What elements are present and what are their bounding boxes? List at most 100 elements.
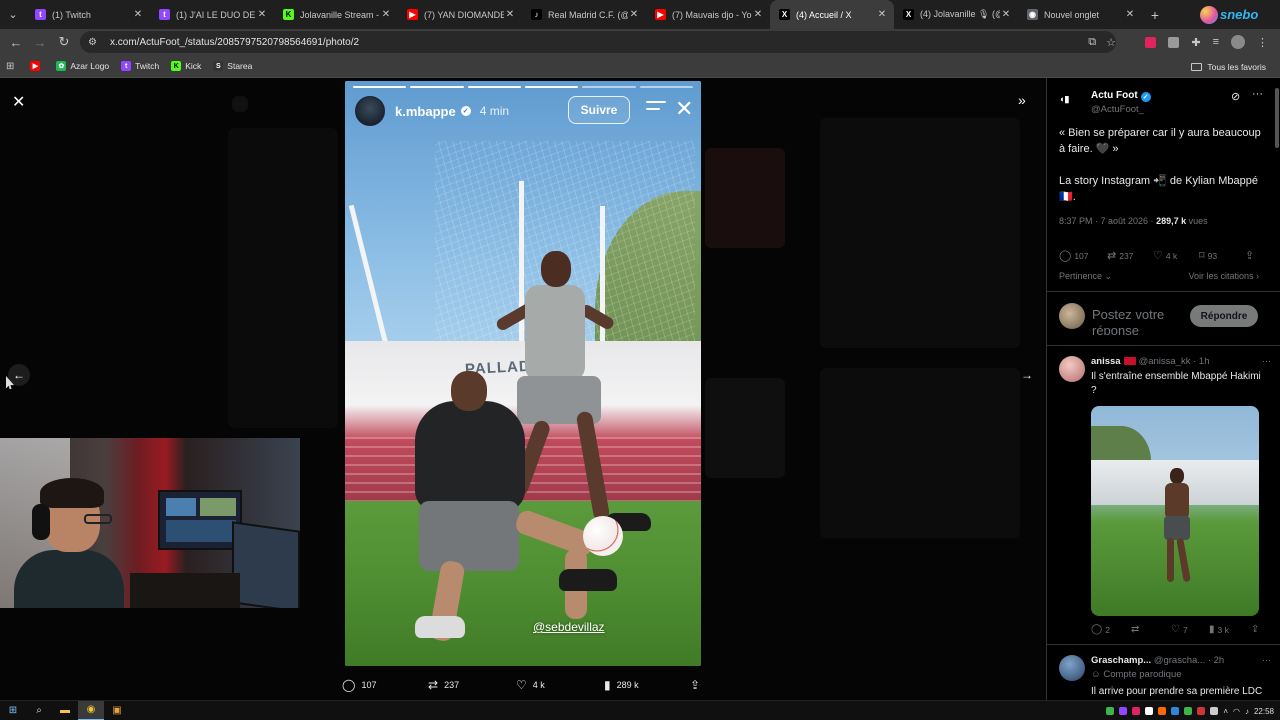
chevron-up-icon[interactable]: ˄: [1223, 707, 1228, 716]
tab-0[interactable]: t (1) Twitch ✕: [26, 0, 150, 29]
bookmark-starea[interactable]: S Starea: [213, 61, 252, 71]
profile-avatar[interactable]: [1231, 35, 1245, 49]
bookmark-button[interactable]: ⌑ 93: [1199, 249, 1217, 262]
story-avatar[interactable]: [355, 96, 385, 126]
tab-6[interactable]: X (4) Accueil / X ✕: [770, 0, 894, 29]
site-info-icon[interactable]: ⚙: [88, 37, 102, 48]
close-icon[interactable]: ✕: [752, 9, 764, 20]
next-media-icon[interactable]: →: [1016, 364, 1038, 386]
reply-button[interactable]: ◯ 2: [1091, 624, 1110, 635]
tab-4[interactable]: ♪Real Madrid C.F. (@re✕: [522, 0, 646, 29]
close-icon[interactable]: ✕: [380, 9, 392, 20]
clock[interactable]: 22:58: [1254, 707, 1274, 716]
more-options-icon[interactable]: ···: [1262, 356, 1271, 366]
tray-app-icon[interactable]: [1132, 707, 1141, 715]
story-image[interactable]: PALLADIO k.mbappe ✓ 4 min Suivre ✕ @sebd…: [345, 81, 701, 666]
close-icon[interactable]: ✕: [1000, 9, 1012, 20]
avatar[interactable]: [1059, 655, 1085, 681]
like-button[interactable]: ♡ 7: [1171, 624, 1188, 635]
tab-1[interactable]: t (1) J'AI LE DUO DE L' ✕: [150, 0, 274, 29]
tray-app-icon[interactable]: [1119, 707, 1128, 715]
grok-icon[interactable]: ⊘: [1231, 90, 1240, 103]
story-follow-button[interactable]: Suivre: [568, 96, 630, 124]
bookmark-youtube[interactable]: ▶: [30, 61, 44, 71]
url-input[interactable]: ⚙ x.com/ActuFoot_/status/208579752079856…: [80, 31, 1116, 53]
tray-app-icon[interactable]: [1158, 707, 1167, 715]
bookmark-star-icon[interactable]: ☆: [1106, 36, 1116, 49]
tab-search-icon[interactable]: ⌄: [0, 0, 26, 29]
extension-grey-icon[interactable]: [1168, 36, 1180, 48]
panel-scrollbar[interactable]: [1275, 88, 1279, 148]
tray-app-icon[interactable]: [1171, 707, 1180, 715]
story-mention[interactable]: @sebdevillaz: [533, 620, 605, 634]
reply-item[interactable]: anissa @anissa_kk · 1h ··· Il s'entraîne …: [1059, 356, 1271, 646]
tray-app-icon[interactable]: [1106, 707, 1115, 715]
file-explorer-icon[interactable]: ▬: [52, 701, 78, 720]
repost-button[interactable]: ⇄ 237: [1107, 249, 1133, 262]
close-icon[interactable]: ✕: [132, 9, 144, 20]
browser-menu-icon[interactable]: ⋮: [1257, 36, 1268, 49]
extensions-puzzle-icon[interactable]: ✚: [1191, 36, 1200, 49]
windows-start-icon[interactable]: ⊞: [0, 701, 26, 720]
media-share-button[interactable]: ⇪: [690, 678, 700, 692]
actufoot-logo-icon[interactable]: ◖▮: [1059, 94, 1081, 108]
story-username[interactable]: k.mbappe: [395, 104, 456, 119]
share-button[interactable]: ⇪: [1251, 624, 1259, 635]
tab-3[interactable]: ▶ (7) YAN DIOMANDE | ✕: [398, 0, 522, 29]
close-icon[interactable]: ✕: [504, 9, 516, 20]
media-views-button[interactable]: ▮ 289 k: [604, 678, 639, 692]
extension-red-icon[interactable]: [1145, 36, 1157, 48]
views-button[interactable]: ▮ 3 k: [1209, 624, 1229, 635]
media-controls-icon[interactable]: ≡: [1213, 36, 1219, 48]
like-button[interactable]: ♡ 4 k: [1153, 249, 1177, 262]
sort-dropdown[interactable]: Pertinence ⌄: [1059, 271, 1112, 281]
expand-panel-icon[interactable]: »: [1018, 92, 1026, 108]
story-close-icon[interactable]: ✕: [675, 97, 693, 121]
reload-icon[interactable]: ↻: [52, 30, 76, 54]
reply-input[interactable]: Postez votre réponse: [1092, 307, 1182, 335]
tray-app-icon[interactable]: [1197, 707, 1206, 715]
post-author-handle[interactable]: @ActuFoot_: [1091, 104, 1144, 115]
close-icon[interactable]: ✕: [256, 9, 268, 20]
media-repost-button[interactable]: ⇄ 237: [428, 678, 459, 692]
wifi-icon[interactable]: ◠: [1233, 707, 1240, 716]
media-reply-button[interactable]: ◯ 107: [342, 678, 376, 692]
reply-submit-button[interactable]: Répondre: [1190, 305, 1258, 327]
search-icon[interactable]: ⌕: [26, 701, 52, 720]
obs-icon[interactable]: ▣: [104, 701, 130, 720]
bookmark-azar-logo[interactable]: ✿ Azar Logo: [56, 61, 109, 71]
avatar[interactable]: [1059, 356, 1085, 382]
close-icon[interactable]: ✕: [876, 9, 888, 20]
back-icon[interactable]: ←: [4, 30, 28, 54]
media-like-button[interactable]: ♡ 4 k: [516, 678, 545, 692]
tab-5[interactable]: ▶ (7) Mauvais djo - You ✕: [646, 0, 770, 29]
post-author-name[interactable]: Actu Foot ✓: [1091, 90, 1151, 102]
repost-button[interactable]: ⇄: [1131, 624, 1139, 635]
reply-item[interactable]: Graschamp... @grascha... · 2h ··· ☺ Comp…: [1059, 655, 1271, 700]
install-icon[interactable]: ⧉: [1088, 36, 1096, 49]
new-tab-icon[interactable]: +: [1142, 0, 1168, 29]
more-options-icon[interactable]: ···: [1252, 88, 1263, 100]
tray-app-icon[interactable]: [1210, 707, 1219, 715]
volume-icon[interactable]: ♪: [1245, 707, 1249, 716]
close-media-icon[interactable]: ✕: [12, 92, 25, 112]
close-icon[interactable]: ✕: [628, 9, 640, 20]
bookmark-twitch[interactable]: t Twitch: [121, 61, 159, 71]
tab-2[interactable]: K Jolavanille Stream - V ✕: [274, 0, 398, 29]
apps-grid-icon[interactable]: ⊞: [6, 61, 14, 72]
bookmark-kick[interactable]: K Kick: [171, 61, 201, 71]
tray-app-icon[interactable]: [1145, 707, 1154, 715]
reply-image[interactable]: [1091, 406, 1259, 616]
tab-7[interactable]: X (4) Jolavanille 🎙 (@J ✕: [894, 0, 1018, 29]
chrome-icon[interactable]: ◉: [78, 700, 104, 720]
forward-icon[interactable]: →: [28, 30, 52, 54]
all-bookmarks[interactable]: Tous les favoris: [1191, 55, 1266, 78]
tray-app-icon[interactable]: [1184, 707, 1193, 715]
close-icon[interactable]: ✕: [1124, 9, 1136, 20]
tab-8[interactable]: ◉ Nouvel onglet ✕: [1018, 0, 1142, 29]
more-options-icon[interactable]: ···: [1262, 655, 1271, 665]
view-quotes-link[interactable]: Voir les citations ›: [1188, 271, 1259, 281]
share-button[interactable]: ⇪: [1245, 249, 1254, 262]
menu-icon[interactable]: [646, 101, 666, 119]
reply-button[interactable]: ◯ 107: [1059, 249, 1089, 262]
